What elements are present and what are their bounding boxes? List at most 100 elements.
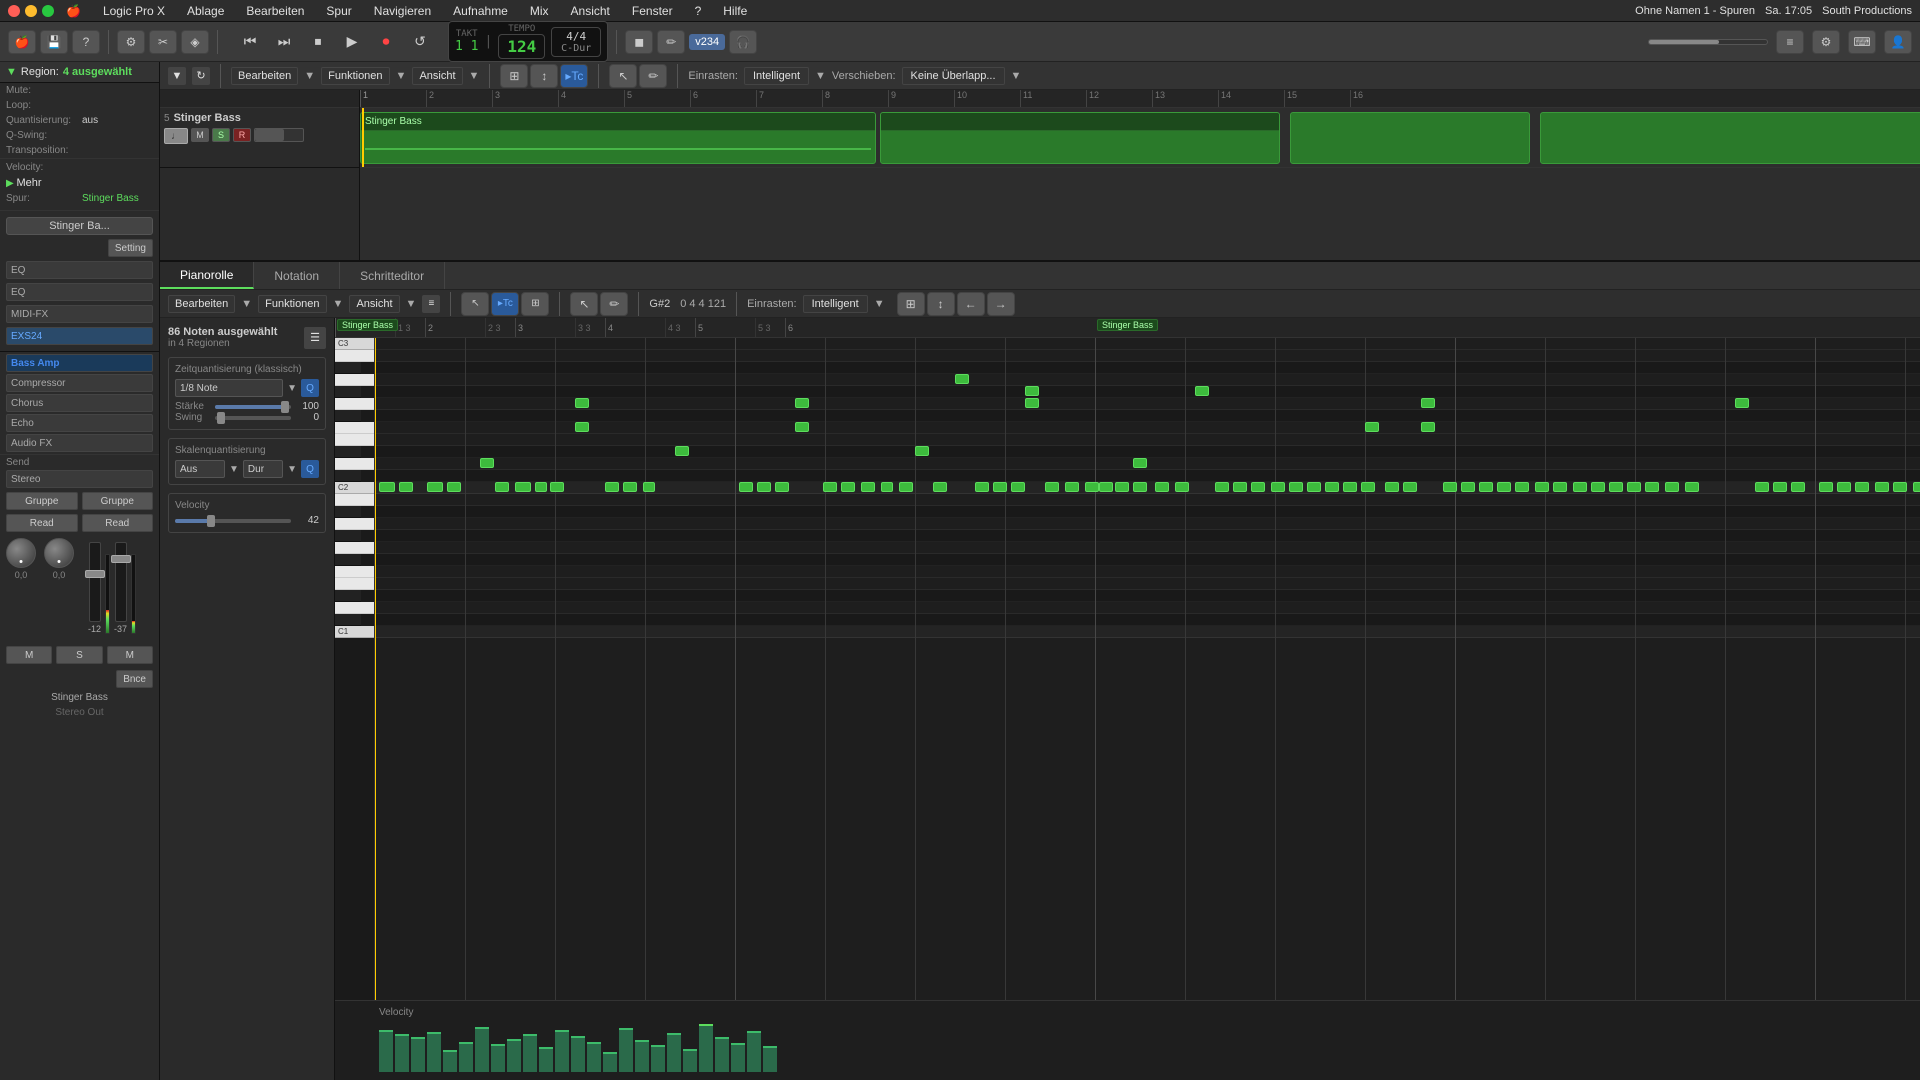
note-grid[interactable] bbox=[375, 338, 1920, 1000]
note-78[interactable] bbox=[1855, 482, 1869, 492]
note-38[interactable] bbox=[1115, 482, 1129, 492]
note-76[interactable] bbox=[1819, 482, 1833, 492]
region-4[interactable] bbox=[1540, 112, 1920, 164]
pr-settings-icon[interactable]: ≡ bbox=[422, 295, 440, 313]
pr-zoom-v[interactable]: ↕ bbox=[927, 292, 955, 316]
toolbar-btn-headphone[interactable]: 🎧 bbox=[729, 30, 757, 54]
track-record-btn[interactable]: R bbox=[233, 128, 251, 142]
vel-bar-24[interactable] bbox=[747, 1031, 761, 1072]
note-59[interactable] bbox=[1461, 482, 1475, 492]
note-56[interactable] bbox=[1421, 398, 1435, 408]
vel-bar-7[interactable] bbox=[475, 1027, 489, 1072]
key-cs1[interactable] bbox=[335, 614, 361, 626]
chorus-slot[interactable]: Chorus bbox=[6, 394, 153, 412]
toolbar-btn-help[interactable]: ? bbox=[72, 30, 100, 54]
note-14[interactable] bbox=[643, 482, 655, 492]
vel-bar-5[interactable] bbox=[443, 1050, 457, 1072]
note-31[interactable] bbox=[1011, 482, 1025, 492]
velocity-slider[interactable] bbox=[175, 519, 291, 523]
note-55[interactable] bbox=[1403, 482, 1417, 492]
note-61[interactable] bbox=[1497, 482, 1511, 492]
read-top-btn[interactable]: Read bbox=[6, 514, 78, 532]
bnce-btn[interactable]: Bnce bbox=[116, 670, 153, 688]
vel-bar-4[interactable] bbox=[427, 1032, 441, 1072]
eq-slot-top[interactable]: EQ bbox=[6, 261, 153, 279]
pr-tool-glue[interactable]: ⊞ bbox=[521, 292, 549, 316]
vel-bar-13[interactable] bbox=[571, 1036, 585, 1072]
note-22[interactable] bbox=[841, 482, 855, 492]
mute-btn-bottom[interactable]: M bbox=[6, 646, 52, 664]
note-29[interactable] bbox=[975, 482, 989, 492]
menu-ansicht[interactable]: Ansicht bbox=[567, 3, 614, 19]
toolbar-btn-person[interactable]: 👤 bbox=[1884, 30, 1912, 54]
note-17[interactable] bbox=[757, 482, 771, 492]
vel-bar-3[interactable] bbox=[411, 1037, 425, 1072]
pr-region1-label[interactable]: Stinger Bass bbox=[337, 319, 398, 331]
solo-btn-bottom[interactable]: S bbox=[56, 646, 102, 664]
note-52[interactable] bbox=[1361, 482, 1375, 492]
toolbar-btn-settings[interactable]: ⚙ bbox=[117, 30, 145, 54]
note-30[interactable] bbox=[993, 482, 1007, 492]
vel-bar-10[interactable] bbox=[523, 1034, 537, 1072]
note-70[interactable] bbox=[1665, 482, 1679, 492]
menu-hilfe[interactable]: Hilfe bbox=[719, 3, 751, 19]
note-40[interactable] bbox=[1133, 482, 1147, 492]
staerke-slider[interactable] bbox=[215, 405, 291, 409]
menu-spur[interactable]: Spur bbox=[322, 3, 355, 19]
fader2-track[interactable] bbox=[115, 542, 127, 622]
toolbar-btn-marker[interactable]: ◼ bbox=[625, 30, 653, 54]
note-62[interactable] bbox=[1515, 482, 1529, 492]
track-mute-btn[interactable]: M bbox=[191, 128, 209, 142]
note-dropdown[interactable]: 1/8 Note bbox=[175, 379, 283, 397]
note-20[interactable] bbox=[795, 422, 809, 432]
arrange-collapse-btn[interactable]: ▼ bbox=[168, 67, 186, 85]
menu-logicprox[interactable]: Logic Pro X bbox=[99, 3, 169, 19]
vel-bar-23[interactable] bbox=[731, 1043, 745, 1072]
note-64[interactable] bbox=[1553, 482, 1567, 492]
note-39[interactable] bbox=[1133, 458, 1147, 468]
note-71[interactable] bbox=[1685, 482, 1699, 492]
note-65[interactable] bbox=[1573, 482, 1587, 492]
bass-amp-slot[interactable]: Bass Amp bbox=[6, 354, 153, 372]
note-57[interactable] bbox=[1421, 422, 1435, 432]
apple-menu[interactable]: 🍎 bbox=[62, 3, 85, 19]
skala-q-btn[interactable]: Q bbox=[301, 460, 319, 478]
read-bot-btn[interactable]: Read bbox=[82, 514, 154, 532]
note-9[interactable] bbox=[550, 482, 564, 492]
note-34[interactable] bbox=[1045, 482, 1059, 492]
note-63[interactable] bbox=[1535, 482, 1549, 492]
note-48[interactable] bbox=[1289, 482, 1303, 492]
note-7[interactable] bbox=[515, 482, 531, 492]
vel-bar-14[interactable] bbox=[587, 1042, 601, 1072]
arr-ansicht-menu[interactable]: Ansicht bbox=[412, 67, 462, 85]
vel-bar-25[interactable] bbox=[763, 1046, 777, 1072]
arr-einrasten-val[interactable]: Intelligent bbox=[744, 67, 809, 85]
note-19[interactable] bbox=[795, 398, 809, 408]
key-a2[interactable] bbox=[335, 374, 374, 386]
track-solo-btn[interactable]: S bbox=[212, 128, 230, 142]
region-2[interactable] bbox=[880, 112, 1280, 164]
pr-ansicht-menu[interactable]: Ansicht bbox=[349, 295, 399, 313]
key-a1[interactable] bbox=[335, 518, 374, 530]
note-58[interactable] bbox=[1443, 482, 1457, 492]
note-51[interactable] bbox=[1343, 482, 1357, 492]
record-button[interactable]: ⏺ bbox=[372, 30, 400, 54]
note-77[interactable] bbox=[1837, 482, 1851, 492]
pr-zoom-out[interactable]: ← bbox=[957, 292, 985, 316]
note-46[interactable] bbox=[1251, 482, 1265, 492]
note-72[interactable] bbox=[1735, 398, 1749, 408]
pr-region2-label[interactable]: Stinger Bass bbox=[1097, 319, 1158, 331]
toolbar-btn-settings2[interactable]: ⚙ bbox=[1812, 30, 1840, 54]
note-47[interactable] bbox=[1271, 482, 1285, 492]
note-45[interactable] bbox=[1233, 482, 1247, 492]
note-28[interactable] bbox=[955, 374, 969, 384]
note-54[interactable] bbox=[1385, 482, 1399, 492]
key-bb2[interactable] bbox=[335, 362, 361, 374]
key-d1[interactable] bbox=[335, 602, 374, 614]
arr-verschieben-val[interactable]: Keine Überlapp... bbox=[902, 67, 1005, 85]
stop-button[interactable]: ⏹ bbox=[304, 30, 332, 54]
note-68[interactable] bbox=[1627, 482, 1641, 492]
stereo-slot[interactable]: Stereo bbox=[6, 470, 153, 488]
pr-funktionen-menu[interactable]: Funktionen bbox=[258, 295, 326, 313]
arr-bearbeiten-menu[interactable]: Bearbeiten bbox=[231, 67, 298, 85]
